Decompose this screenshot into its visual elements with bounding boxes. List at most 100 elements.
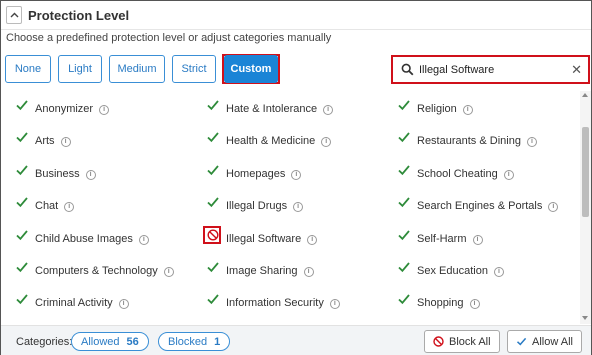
info-icon[interactable]: i [472, 235, 483, 245]
category-row[interactable]: Chat i [15, 194, 205, 214]
level-custom-button[interactable]: Custom [224, 55, 278, 83]
clear-search-icon[interactable]: ✕ [571, 62, 582, 78]
category-label: Self-Harm [417, 233, 467, 245]
allowed-toggle[interactable] [397, 195, 411, 209]
category-label-group: Child Abuse Images i [35, 229, 149, 247]
info-icon[interactable]: i [503, 170, 514, 180]
scroll-down-arrow[interactable] [582, 316, 588, 320]
info-icon[interactable]: i [99, 105, 110, 115]
category-row[interactable]: Illegal Drugs i [206, 194, 396, 214]
check-icon [16, 294, 28, 305]
category-row[interactable]: Image Sharing i [206, 259, 396, 279]
allowed-toggle[interactable] [206, 292, 220, 306]
scroll-up-arrow[interactable] [582, 93, 588, 97]
allowed-toggle[interactable] [206, 98, 220, 112]
check-icon [398, 132, 410, 143]
category-row[interactable]: Health & Medicine i [206, 129, 396, 149]
info-icon[interactable]: i [548, 202, 559, 212]
allowed-toggle[interactable] [15, 195, 29, 209]
allowed-toggle[interactable] [206, 163, 220, 177]
category-row[interactable]: Business i [15, 162, 205, 182]
category-label: Illegal Software [226, 233, 302, 245]
list-scrollbar[interactable] [580, 91, 591, 324]
info-icon[interactable]: i [329, 299, 340, 309]
info-icon[interactable]: i [85, 170, 96, 180]
info-icon[interactable]: i [303, 267, 314, 277]
category-label-group: Illegal Drugs i [226, 196, 304, 214]
allowed-toggle[interactable] [15, 292, 29, 306]
level-light-button[interactable]: Light [58, 55, 102, 83]
allowed-toggle[interactable] [397, 260, 411, 274]
info-icon[interactable]: i [323, 105, 334, 115]
allowed-toggle[interactable] [397, 130, 411, 144]
scroll-thumb[interactable] [582, 127, 589, 217]
allowed-toggle[interactable] [206, 130, 220, 144]
allowed-toggle[interactable] [15, 130, 29, 144]
info-icon[interactable]: i [291, 170, 302, 180]
blocked-label: Blocked [168, 335, 208, 348]
category-row[interactable]: Illegal Software i [203, 226, 396, 247]
category-row[interactable]: Hate & Intolerance i [206, 97, 396, 117]
category-row[interactable]: Criminal Activity i [15, 291, 205, 311]
info-icon[interactable]: i [469, 299, 480, 309]
info-icon[interactable]: i [293, 202, 304, 212]
info-icon[interactable]: i [493, 267, 504, 277]
category-row[interactable]: Self-Harm i [397, 227, 579, 247]
info-icon[interactable]: i [64, 202, 75, 212]
allowed-toggle[interactable] [15, 163, 29, 177]
category-label-group: Restaurants & Dining i [417, 131, 537, 149]
category-label-group: Homepages i [226, 164, 302, 182]
category-row[interactable]: Child Abuse Images i [15, 227, 205, 247]
search-input[interactable] [419, 62, 569, 78]
info-icon[interactable]: i [138, 235, 149, 245]
category-row[interactable]: Homepages i [206, 162, 396, 182]
info-icon[interactable]: i [462, 105, 473, 115]
info-icon[interactable]: i [118, 299, 129, 309]
category-row[interactable]: Religion i [397, 97, 579, 117]
category-row[interactable]: Sex Education i [397, 259, 579, 279]
level-strict-button[interactable]: Strict [172, 55, 216, 83]
category-row[interactable]: Information Security i [206, 291, 396, 311]
info-icon[interactable]: i [163, 267, 174, 277]
allowed-label: Allowed [81, 335, 120, 348]
category-label-group: Business i [35, 164, 96, 182]
category-row[interactable]: Anonymizer i [15, 97, 205, 117]
category-row[interactable]: Computers & Technology i [15, 259, 205, 279]
collapse-button[interactable] [6, 6, 22, 24]
blocked-filter-pill[interactable]: Blocked 1 [158, 332, 231, 351]
protection-level-panel: Protection Level Choose a predefined pro… [0, 0, 592, 355]
allowed-toggle[interactable] [206, 260, 220, 274]
info-icon[interactable]: i [60, 137, 71, 147]
check-icon [207, 132, 219, 143]
allowed-toggle[interactable] [397, 228, 411, 242]
allowed-toggle[interactable] [15, 260, 29, 274]
info-icon[interactable]: i [526, 137, 537, 147]
check-icon [398, 100, 410, 111]
block-all-button[interactable]: Block All [424, 330, 500, 353]
blocked-toggle[interactable] [203, 226, 221, 244]
allowed-toggle[interactable] [206, 195, 220, 209]
allowed-toggle[interactable] [15, 98, 29, 112]
check-icon [207, 165, 219, 176]
category-row[interactable]: Search Engines & Portals i [397, 194, 579, 214]
allowed-filter-pill[interactable]: Allowed 56 [71, 332, 149, 351]
category-row[interactable]: School Cheating i [397, 162, 579, 182]
level-medium-button[interactable]: Medium [109, 55, 165, 83]
category-row[interactable]: Restaurants & Dining i [397, 129, 579, 149]
search-icon [401, 63, 414, 76]
check-icon [16, 262, 28, 273]
category-label: Image Sharing [226, 265, 298, 277]
level-none-button[interactable]: None [5, 55, 51, 83]
category-row[interactable]: Arts i [15, 129, 205, 149]
info-icon[interactable]: i [307, 235, 318, 245]
category-label: Illegal Drugs [226, 200, 288, 212]
allowed-toggle[interactable] [397, 292, 411, 306]
category-label: Shopping [417, 297, 464, 309]
allowed-toggle[interactable] [397, 98, 411, 112]
panel-subtitle: Choose a predefined protection level or … [6, 32, 332, 44]
info-icon[interactable]: i [321, 137, 332, 147]
allowed-toggle[interactable] [15, 228, 29, 242]
allowed-toggle[interactable] [397, 163, 411, 177]
category-row[interactable]: Shopping i [397, 291, 579, 311]
allow-all-button[interactable]: Allow All [507, 330, 582, 353]
